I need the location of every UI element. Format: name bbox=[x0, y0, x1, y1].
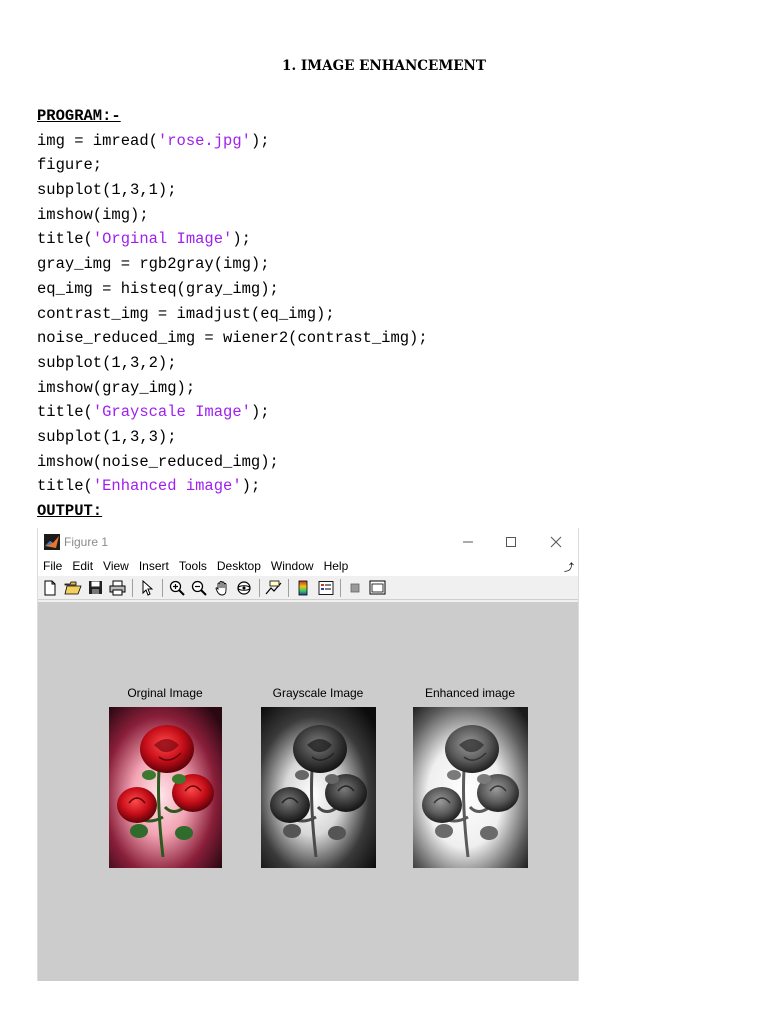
code-text: title( bbox=[37, 403, 93, 422]
figure-canvas[interactable]: Orginal Image Grayscale Image Enhanced i… bbox=[38, 602, 578, 981]
code-lines: img = imread('rose.jpg'); figure; subplot(… bbox=[37, 129, 428, 499]
code-line: figure; bbox=[37, 153, 428, 178]
open-folder-icon[interactable] bbox=[63, 578, 83, 598]
menu-insert[interactable]: Insert bbox=[134, 559, 174, 573]
save-icon[interactable] bbox=[85, 578, 105, 598]
grayscale-rose-image bbox=[261, 707, 376, 868]
menu-window[interactable]: Window bbox=[266, 559, 319, 573]
code-text: contrast_img = imadjust(eq_img); bbox=[37, 304, 335, 323]
code-text: ); bbox=[250, 403, 270, 422]
figure-window[interactable]: Figure 1 File Edit View Insert Tools Desktop W… bbox=[37, 528, 579, 981]
menu-tools[interactable]: Tools bbox=[174, 559, 212, 573]
menu-arrow-icon[interactable]: ⤴ bbox=[564, 559, 574, 574]
menu-view[interactable]: View bbox=[98, 559, 134, 573]
original-rose-image bbox=[109, 707, 222, 868]
code-line: subplot(1,3,2); bbox=[37, 351, 428, 376]
code-string-literal: 'Orginal Image' bbox=[92, 230, 233, 249]
dock-icon[interactable] bbox=[368, 578, 388, 598]
code-line: imshow(noise_reduced_img); bbox=[37, 450, 428, 475]
enhanced-rose-image bbox=[413, 707, 528, 868]
matlab-logo-icon bbox=[44, 534, 60, 550]
minimize-icon bbox=[463, 541, 473, 543]
toolbar-separator bbox=[132, 578, 133, 597]
toolbar-separator bbox=[258, 578, 260, 597]
code-line: contrast_img = imadjust(eq_img); bbox=[37, 302, 428, 327]
code-string-literal: 'Grayscale Image' bbox=[92, 403, 251, 422]
code-block: PROGRAM:- img = imread('rose.jpg'); figur… bbox=[37, 104, 428, 524]
code-text: img = imread( bbox=[37, 131, 158, 150]
code-line: imshow(gray_img); bbox=[37, 376, 428, 401]
code-text: eq_img = histeq(gray_img); bbox=[37, 279, 279, 298]
zoom-in-icon[interactable] bbox=[167, 578, 187, 598]
menu-help[interactable]: Help bbox=[319, 559, 354, 573]
code-text: subplot(1,3,2); bbox=[37, 353, 177, 372]
code-text: gray_img = rgb2gray(img); bbox=[37, 255, 270, 274]
code-line: title('Grayscale Image'); bbox=[37, 400, 428, 425]
hide-tools-icon[interactable] bbox=[345, 578, 365, 598]
close-button[interactable] bbox=[536, 531, 576, 553]
close-icon bbox=[550, 536, 562, 548]
code-text: ); bbox=[250, 131, 270, 150]
code-text: imshow(img); bbox=[37, 205, 149, 224]
code-text: title( bbox=[37, 477, 93, 496]
colorbar-icon[interactable] bbox=[293, 578, 313, 598]
output-heading: OUTPUT: bbox=[37, 502, 103, 520]
program-heading: PROGRAM:- bbox=[37, 107, 121, 125]
code-text: figure; bbox=[37, 156, 103, 175]
code-text: imshow(noise_reduced_img); bbox=[37, 452, 279, 471]
code-text: subplot(1,3,3); bbox=[37, 427, 177, 446]
code-line: subplot(1,3,3); bbox=[37, 425, 428, 450]
menu-file[interactable]: File bbox=[38, 559, 67, 573]
code-text: ); bbox=[241, 477, 261, 496]
pan-hand-icon[interactable] bbox=[212, 578, 232, 598]
menu-bar: File Edit View Insert Tools Desktop Window Help… bbox=[38, 556, 578, 576]
zoom-out-icon[interactable] bbox=[189, 578, 209, 598]
pointer-icon[interactable] bbox=[137, 578, 157, 598]
toolbar-separator bbox=[161, 578, 163, 597]
subplot-title-enhanced: Enhanced image bbox=[424, 686, 516, 700]
window-titlebar[interactable]: Figure 1 bbox=[38, 528, 578, 556]
figure-toolbar bbox=[38, 576, 578, 600]
rotate-3d-icon[interactable] bbox=[234, 578, 254, 598]
document-title: 1. IMAGE ENHANCEMENT bbox=[282, 58, 486, 74]
toolbar-separator bbox=[340, 578, 341, 597]
new-file-icon[interactable] bbox=[40, 578, 60, 598]
code-line: img = imread('rose.jpg'); bbox=[37, 129, 428, 154]
code-line: eq_img = histeq(gray_img); bbox=[37, 277, 428, 302]
code-string-literal: 'Enhanced image' bbox=[92, 477, 242, 496]
code-text: imshow(gray_img); bbox=[37, 378, 196, 397]
print-icon[interactable] bbox=[108, 578, 128, 598]
data-cursor-icon[interactable] bbox=[264, 578, 284, 598]
code-line: noise_reduced_img = wiener2(contrast_img… bbox=[37, 326, 428, 351]
maximize-icon bbox=[506, 537, 516, 547]
code-line: imshow(img); bbox=[37, 203, 428, 228]
code-line: gray_img = rgb2gray(img); bbox=[37, 252, 428, 277]
code-line: subplot(1,3,1); bbox=[37, 178, 428, 203]
minimize-button[interactable] bbox=[448, 531, 488, 553]
menu-edit[interactable]: Edit bbox=[67, 559, 98, 573]
code-line: title('Orginal Image'); bbox=[37, 227, 428, 252]
code-text: title( bbox=[37, 230, 93, 249]
subplot-title-grayscale: Grayscale Image bbox=[272, 686, 364, 700]
code-text: subplot(1,3,1); bbox=[37, 181, 177, 200]
legend-icon[interactable] bbox=[316, 578, 336, 598]
toolbar-separator bbox=[288, 578, 289, 597]
code-string-literal: 'rose.jpg' bbox=[157, 131, 251, 150]
code-text: noise_reduced_img = wiener2(contrast_img… bbox=[37, 329, 428, 348]
code-text: ); bbox=[232, 230, 251, 249]
window-title: Figure 1 bbox=[64, 535, 109, 549]
subplot-title-original: Orginal Image bbox=[127, 686, 203, 700]
code-line: title('Enhanced image'); bbox=[37, 474, 428, 499]
maximize-button[interactable] bbox=[491, 531, 531, 553]
menu-desktop[interactable]: Desktop bbox=[212, 559, 266, 573]
